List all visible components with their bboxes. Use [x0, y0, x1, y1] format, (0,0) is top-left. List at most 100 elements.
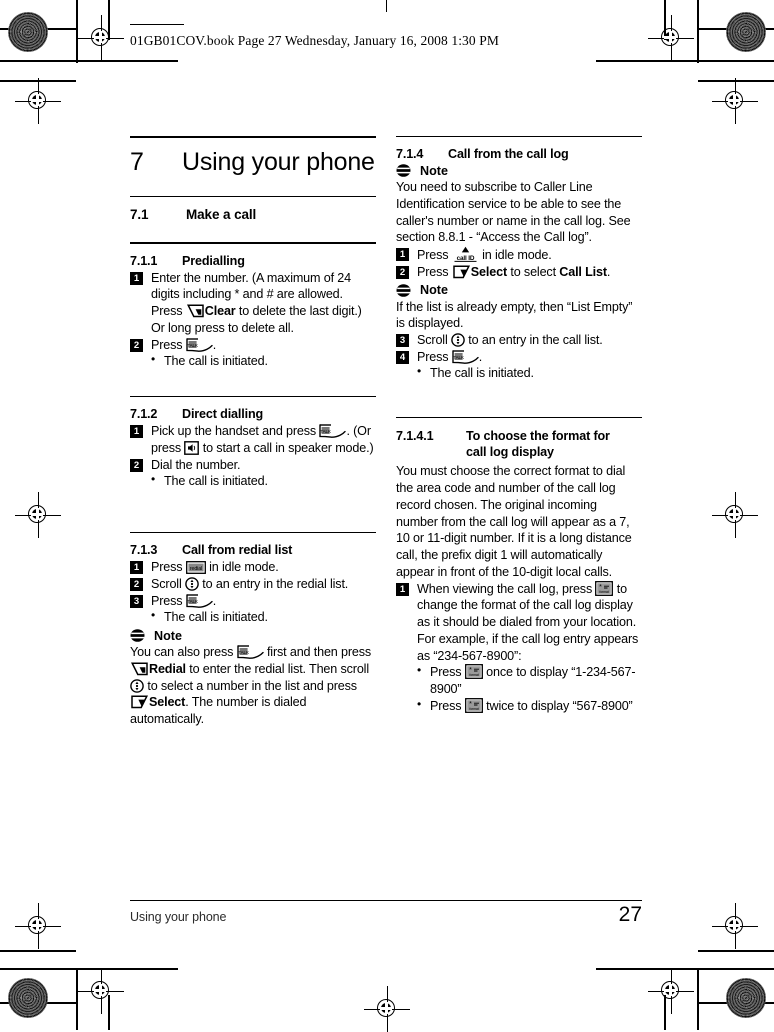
subsection-heading-direct-dialling: 7.1.2 Direct dialling [130, 407, 376, 421]
list-item: The call is initiated. [417, 364, 642, 382]
star-format-key-icon: * format [595, 580, 614, 596]
step-text-part: to select [507, 264, 560, 279]
star-format-key-icon: * format [464, 697, 483, 713]
navigation-key-icon [130, 678, 144, 693]
step-text: Enter the number. (A maximum of 24 digit… [151, 270, 376, 337]
step-text: Press TALK. [417, 349, 642, 366]
list-item: 3 Scroll to an entry in the call list. [396, 332, 642, 349]
list-item: The call is initiated. [151, 472, 376, 490]
step-text: Press TALK. [151, 337, 376, 354]
step-number: 4 [396, 350, 409, 364]
step-number: 1 [396, 248, 409, 262]
list-item: 1 Press call ID in idle mode. [396, 246, 642, 264]
call-log-steps-1: 1 Press call ID in idle mode. 2 Press Se… [396, 246, 642, 280]
step-text: Press Select to select Call List. [417, 264, 642, 281]
step-text-part: to start a call in speaker mode.) [199, 440, 374, 455]
list-item: 2 Press TALK. [130, 337, 376, 354]
list-item: 1 Enter the number. (A maximum of 24 dig… [130, 270, 376, 337]
chapter-title: Using your phone [182, 148, 375, 177]
subsection-heading-call-log: 7.1.4 Call from the call log [396, 147, 642, 161]
step-text-part: in idle mode. [478, 248, 552, 263]
step-text-part: Press [417, 349, 452, 364]
list-item: 4 Press TALK. [396, 349, 642, 366]
chapter-number: 7 [130, 148, 144, 177]
list-item: 1 Press redial in idle mode. [130, 559, 376, 576]
chapter-rule [130, 136, 376, 139]
svg-text:format: format [469, 673, 478, 677]
page-number: 27 [618, 903, 642, 926]
format-call-log-intro: You must choose the correct format to di… [396, 464, 632, 579]
step-text-part: to an entry in the redial list. [198, 576, 349, 591]
redial-note-text: You can also press TALK first and then p… [130, 644, 376, 728]
note-icon [396, 283, 411, 298]
subsubsection-number: 7.1.4.1 [396, 429, 434, 444]
talk-key-icon: TALK [186, 593, 213, 608]
navigation-key-icon [185, 577, 199, 591]
talk-key-icon: TALK [186, 337, 213, 352]
list-item: Press *format once to display “1-234-567… [417, 663, 642, 697]
bullet-text-part: Press [430, 665, 465, 680]
predialling-bullets: The call is initiated. [130, 352, 376, 370]
step-number: 1 [130, 425, 143, 439]
step-number: 2 [130, 338, 143, 352]
step-text-part: Scroll [151, 576, 185, 591]
subsection-title: Call from redial list [182, 543, 293, 558]
talk-key-icon: TALK [236, 645, 264, 659]
subsection-heading-predialling: 7.1.1 Predialling [130, 254, 376, 268]
section-number: 7.1 [130, 207, 149, 223]
step-text-part: Press [151, 560, 186, 575]
step-text: Press TALK. [151, 593, 376, 610]
step-number: 3 [130, 594, 143, 608]
right-soft-key-icon [452, 265, 471, 279]
step-text-part: in idle mode. [205, 560, 279, 575]
note-text-part: to enter the redial list. Then scroll [185, 661, 369, 676]
svg-text:redial: redial [190, 566, 202, 572]
section-rule [130, 196, 376, 198]
step-text-part: . [212, 337, 217, 352]
section-title: Make a call [186, 207, 257, 223]
step-number: 2 [130, 577, 143, 591]
list-item: 1 When viewing the call log, press * form… [396, 580, 642, 665]
subsection-rule [396, 136, 642, 138]
step-text-part: Press [151, 337, 186, 352]
format-call-log-steps: 1 When viewing the call log, press * form… [396, 580, 642, 665]
title-line-2: call log display [466, 445, 554, 460]
subsection-heading-redial-list: 7.1.3 Call from redial list [130, 543, 376, 557]
note-label: Note [420, 163, 448, 178]
subsection-title: Predialling [182, 253, 245, 268]
menu-item-label: Call List [559, 264, 607, 279]
subsection-number: 7.1.3 [130, 543, 158, 558]
chapter-heading: 7 Using your phone [130, 148, 376, 176]
step-text-part: Press [417, 264, 452, 279]
title-line-1: To choose the format for [466, 429, 610, 444]
softkey-label: Select [470, 264, 508, 279]
subsubsection-heading-format-call-log: 7.1.4.1 To choose the format for call log… [396, 428, 642, 460]
call-id-key-icon: call ID [452, 246, 479, 263]
list-item: 1 Pick up the handset and press TALK. (O… [130, 423, 376, 456]
step-text-part: Press [151, 593, 186, 608]
svg-text:TALK: TALK [238, 650, 250, 655]
list-item: The call is initiated. [151, 352, 376, 370]
subsection-rule [130, 395, 376, 398]
note-icon [396, 163, 411, 178]
step-text: Pick up the handset and press TALK. (Or … [151, 423, 376, 456]
note-label: Note [420, 283, 448, 297]
manual-page: 7 Using your phone 7.1 Make a call 7.1.1… [0, 0, 774, 1030]
note-heading: Note [396, 283, 642, 298]
subsection-title: Call from the call log [448, 147, 569, 162]
step-text-part: . [606, 264, 611, 279]
step-text: Press call ID in idle mode. [417, 246, 642, 264]
direct-dialling-steps: 1 Pick up the handset and press TALK. (O… [130, 423, 376, 473]
section-heading-make-a-call: 7.1 Make a call [130, 207, 376, 222]
step-text-part: When viewing the call log, press [417, 581, 596, 596]
list-item: 2 Press Select to select Call List. [396, 264, 642, 281]
step-number: 1 [130, 271, 143, 285]
direct-dialling-bullets: The call is initiated. [130, 472, 376, 490]
bullet-text-part: Press [430, 698, 465, 713]
call-log-note-2: If the list is already empty, then “List… [396, 299, 633, 331]
talk-key-icon: TALK [452, 350, 479, 364]
footer-rule [130, 900, 642, 902]
step-text-part: . [212, 593, 217, 608]
predialling-steps: 1 Enter the number. (A maximum of 24 dig… [130, 270, 376, 354]
step-text: Press redial in idle mode. [151, 559, 376, 576]
